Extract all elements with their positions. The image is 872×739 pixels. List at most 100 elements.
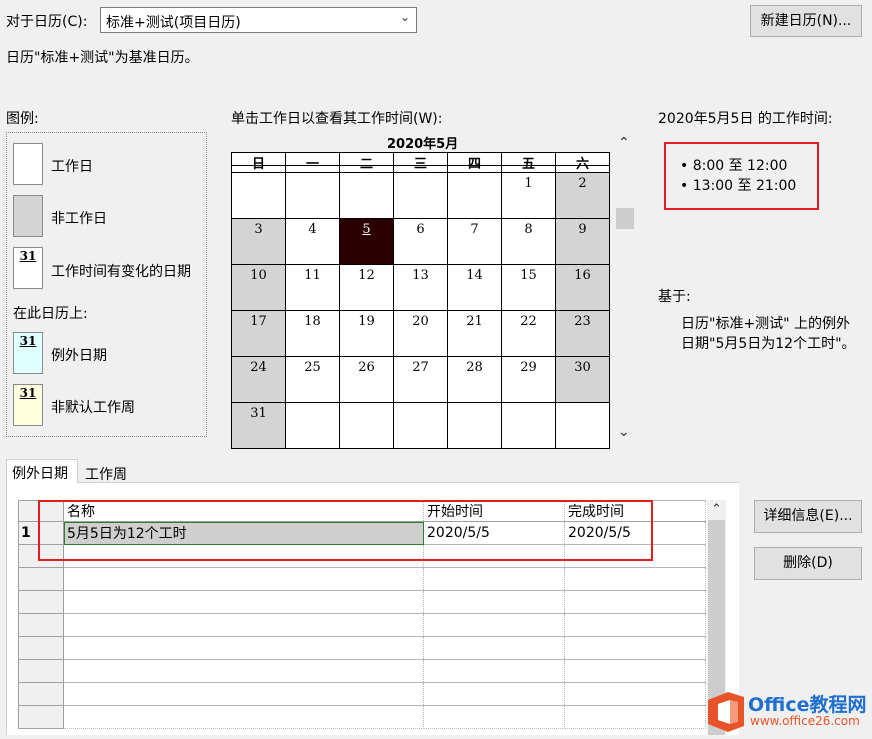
calendar-empty-cell	[339, 172, 394, 219]
table-row-empty[interactable]	[18, 636, 706, 660]
calendar-day[interactable]: 3	[231, 218, 286, 265]
empty-cell[interactable]	[564, 705, 706, 729]
empty-cell[interactable]	[564, 613, 706, 637]
empty-cell[interactable]	[63, 705, 424, 729]
month-calendar[interactable]: 日一二三四五六 1 2 3 4 5 6 7 8 9 10 11 12 13 14 15 16 17 18 19 20 2…	[231, 152, 610, 449]
calendar-instruction: 单击工作日以查看其工作时间(W):	[231, 111, 443, 127]
empty-cell[interactable]	[564, 567, 706, 591]
empty-cell[interactable]	[423, 705, 565, 729]
calendar-scroll-thumb[interactable]	[616, 208, 634, 229]
empty-cell[interactable]	[63, 682, 424, 706]
row-header[interactable]	[18, 613, 64, 637]
tab-exceptions[interactable]: 例外日期	[6, 459, 78, 483]
weekday-header: 六	[555, 152, 610, 173]
empty-cell[interactable]	[564, 682, 706, 706]
calendar-day-number: 18	[304, 314, 321, 329]
calendar-day[interactable]: 10	[231, 264, 286, 311]
empty-cell[interactable]	[63, 636, 424, 660]
calendar-day[interactable]: 6	[393, 218, 448, 265]
table-row-empty[interactable]	[18, 590, 706, 614]
calendar-day[interactable]: 24	[231, 356, 286, 403]
calendar-day[interactable]: 15	[501, 264, 556, 311]
empty-cell[interactable]	[564, 590, 706, 614]
calendar-empty-cell	[555, 402, 610, 449]
calendar-day[interactable]: 9	[555, 218, 610, 265]
office26-watermark: Office教程网 www.office26.com	[704, 688, 872, 735]
empty-cell[interactable]	[63, 567, 424, 591]
calendar-day[interactable]: 19	[339, 310, 394, 357]
calendar-day-number: 20	[412, 314, 429, 329]
empty-cell[interactable]	[564, 636, 706, 660]
chevron-down-icon: ⌄	[399, 10, 410, 24]
calendar-empty-cell	[447, 402, 502, 449]
calendar-day-number: 28	[466, 360, 483, 375]
calendar-day[interactable]: 31	[231, 402, 286, 449]
weekday-header: 二	[339, 152, 394, 173]
nonworking-day-swatch	[13, 195, 43, 237]
details-button[interactable]: 详细信息(E)...	[754, 500, 862, 533]
grid-scroll-up-icon[interactable]: ⌃	[711, 502, 722, 517]
row-header[interactable]	[18, 705, 64, 729]
row-header[interactable]	[18, 682, 64, 706]
tab-work-weeks[interactable]: 工作周	[80, 461, 132, 485]
calendar-day[interactable]: 17	[231, 310, 286, 357]
calendar-day[interactable]: 11	[285, 264, 340, 311]
calendar-day[interactable]: 21	[447, 310, 502, 357]
row-header[interactable]	[18, 636, 64, 660]
calendar-empty-cell	[501, 402, 556, 449]
based-on-label: 基于:	[658, 289, 691, 305]
calendar-scroll-up-icon[interactable]: ⌃	[618, 135, 630, 151]
calendar-day[interactable]: 4	[285, 218, 340, 265]
calendar-select[interactable]: 标准+测试(项目日历) ⌄	[100, 7, 417, 33]
empty-cell[interactable]	[423, 590, 565, 614]
empty-cell[interactable]	[423, 613, 565, 637]
calendar-day[interactable]: 1	[501, 172, 556, 219]
calendar-day[interactable]: 8	[501, 218, 556, 265]
calendar-day[interactable]: 27	[393, 356, 448, 403]
empty-cell[interactable]	[63, 659, 424, 683]
calendar-empty-cell	[339, 402, 394, 449]
empty-cell[interactable]	[423, 567, 565, 591]
empty-cell[interactable]	[423, 682, 565, 706]
row-header[interactable]	[18, 659, 64, 683]
row-header[interactable]	[18, 590, 64, 614]
empty-cell[interactable]	[63, 590, 424, 614]
calendar-day[interactable]: 30	[555, 356, 610, 403]
working-times-title: 2020年5月5日 的工作时间:	[658, 111, 833, 127]
calendar-day[interactable]: 23	[555, 310, 610, 357]
calendar-day[interactable]: 16	[555, 264, 610, 311]
calendar-scroll-down-icon[interactable]: ⌄	[618, 424, 630, 440]
delete-button[interactable]: 删除(D)	[754, 547, 862, 580]
calendar-day[interactable]: 29	[501, 356, 556, 403]
table-row-empty[interactable]	[18, 705, 706, 729]
calendar-day[interactable]: 5	[339, 218, 394, 265]
empty-cell[interactable]	[63, 613, 424, 637]
calendar-day-number: 23	[574, 314, 591, 329]
calendar-day-number: 24	[250, 360, 267, 375]
table-row-empty[interactable]	[18, 613, 706, 637]
calendar-day[interactable]: 22	[501, 310, 556, 357]
calendar-day-number: 14	[466, 268, 483, 283]
exception-day-swatch: 31	[13, 332, 43, 374]
table-row-empty[interactable]	[18, 567, 706, 591]
legend-exception-day: 例外日期	[51, 348, 107, 364]
table-row-empty[interactable]	[18, 659, 706, 683]
calendar-day[interactable]: 14	[447, 264, 502, 311]
calendar-empty-cell	[393, 172, 448, 219]
new-calendar-button[interactable]: 新建日历(N)...	[750, 5, 862, 37]
empty-cell[interactable]	[564, 659, 706, 683]
calendar-day[interactable]: 28	[447, 356, 502, 403]
calendar-day[interactable]: 20	[393, 310, 448, 357]
calendar-day-number: 4	[308, 222, 317, 237]
calendar-day[interactable]: 12	[339, 264, 394, 311]
calendar-day[interactable]: 7	[447, 218, 502, 265]
calendar-day[interactable]: 2	[555, 172, 610, 219]
calendar-day[interactable]: 26	[339, 356, 394, 403]
row-header[interactable]	[18, 567, 64, 591]
empty-cell[interactable]	[423, 636, 565, 660]
calendar-day[interactable]: 18	[285, 310, 340, 357]
calendar-day[interactable]: 13	[393, 264, 448, 311]
table-row-empty[interactable]	[18, 682, 706, 706]
empty-cell[interactable]	[423, 659, 565, 683]
calendar-day[interactable]: 25	[285, 356, 340, 403]
